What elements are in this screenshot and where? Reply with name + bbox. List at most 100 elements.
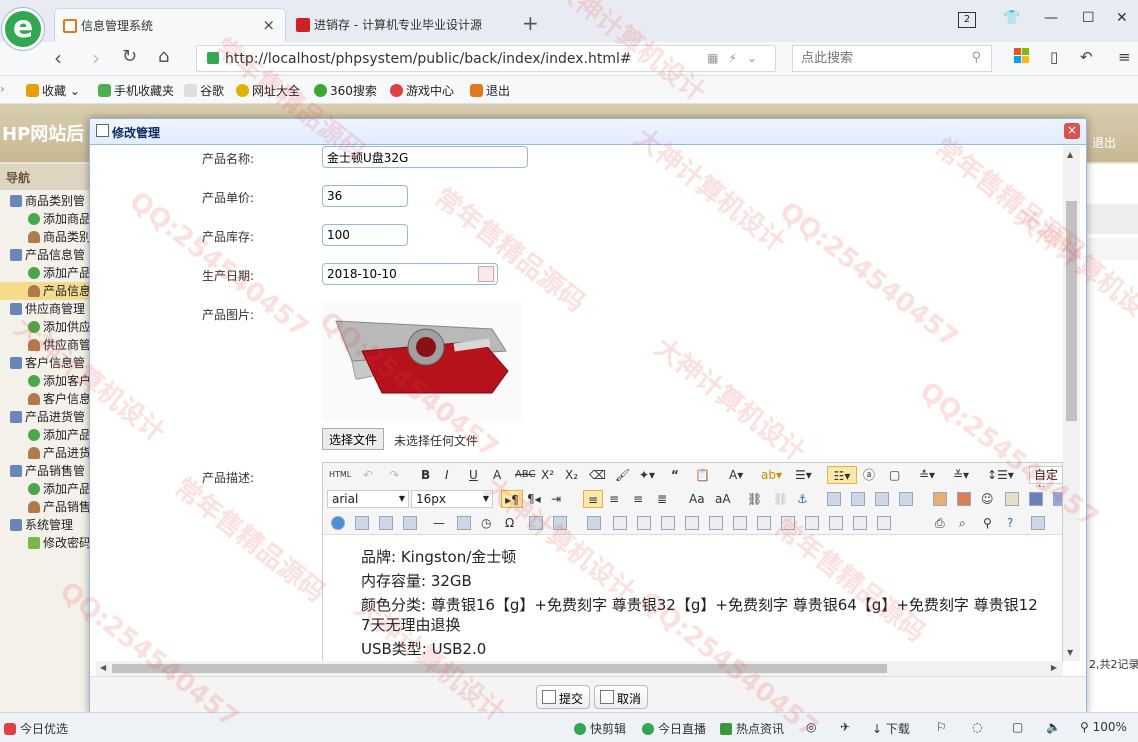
admin-logout-link[interactable]: 退出 [1092, 134, 1116, 151]
search-box[interactable]: ⚲ [792, 45, 992, 72]
link-icon[interactable]: ⛓ [747, 490, 762, 508]
bookmark-mobile[interactable]: 手机收藏夹 [98, 82, 174, 99]
scroll-down-icon[interactable]: ▼ [1067, 648, 1073, 657]
template-icon[interactable] [553, 516, 567, 530]
bookmark-site-nav[interactable]: 网址大全 [236, 82, 300, 99]
window-icon[interactable]: ▢ [1012, 720, 1023, 734]
new-tab-button[interactable]: + [522, 11, 539, 35]
split-cells-icon[interactable] [829, 516, 843, 530]
nav-item[interactable]: 供应商管 [0, 336, 91, 354]
subscript-icon[interactable]: X₂ [565, 466, 578, 484]
nav-group[interactable]: 供应商管理 [0, 300, 91, 318]
image-right-icon[interactable] [875, 492, 889, 506]
nav-group[interactable]: 客户信息管 [0, 354, 91, 372]
nav-group[interactable]: 产品销售管 [0, 462, 91, 480]
search-replace-icon[interactable]: ⚲ [983, 514, 992, 532]
align-center-icon[interactable]: ≡ [609, 490, 619, 508]
status-item-clip[interactable]: 快剪辑 [574, 720, 626, 737]
delete-table-icon[interactable] [613, 516, 627, 530]
today-picks[interactable]: 今日优选 [4, 720, 68, 737]
page-break-icon[interactable] [403, 516, 417, 530]
time-icon[interactable]: ◷ [481, 514, 491, 532]
forward-icon[interactable]: › [92, 46, 100, 70]
bookmark-google[interactable]: 谷歌 [184, 82, 224, 99]
nav-group[interactable]: 产品信息管 [0, 246, 91, 264]
merge-right-icon[interactable] [781, 516, 795, 530]
insert-frame-icon[interactable] [355, 516, 369, 530]
ltr-icon[interactable]: ▸¶ [501, 490, 523, 508]
nav-item[interactable]: 添加商品 [0, 210, 91, 228]
nav-item[interactable]: 修改密码 [0, 534, 91, 552]
volume-icon[interactable]: 🔈 [1046, 720, 1061, 734]
address-tools-icon[interactable]: ▦⚡⌄ [707, 51, 767, 65]
vertical-scrollbar[interactable]: ▲ ▼ [1063, 146, 1080, 661]
delete-col-icon[interactable] [733, 516, 747, 530]
paste-text-icon[interactable]: 📋 [695, 466, 710, 484]
font-color-icon[interactable]: A▾ [729, 466, 743, 484]
align-justify-icon[interactable]: ≣ [657, 490, 667, 508]
anchor-icon[interactable]: ⚓ [797, 490, 808, 508]
merge-cells-icon[interactable] [757, 516, 771, 530]
nav-item[interactable]: 添加客户 [0, 372, 91, 390]
nav-item[interactable]: 添加供应 [0, 318, 91, 336]
form-viewport[interactable]: 产品名称: 产品单价: 产品库存: 生产日期: 2018-10-10 产品图片:… [96, 146, 1080, 676]
eraser-icon[interactable]: ⌫ [589, 466, 606, 484]
align-left-icon[interactable]: ≡ [583, 490, 603, 508]
nav-item[interactable]: 产品进货 [0, 444, 91, 462]
to-lowercase-icon[interactable]: aA [715, 490, 731, 508]
scroll-up-icon[interactable]: ▲ [1067, 150, 1073, 159]
emotion-icon[interactable]: ☺ [981, 490, 994, 508]
address-url[interactable]: http://localhost/phpsystem/public/back/i… [225, 51, 632, 67]
font-family-select[interactable]: arial ▼ [327, 490, 409, 508]
bookmark-exit[interactable]: 退出 [470, 82, 510, 99]
flag-icon[interactable]: ⚐ [936, 720, 947, 734]
address-bar[interactable]: http://localhost/phpsystem/public/back/i… [196, 45, 776, 72]
modal-close-button[interactable]: × [1064, 123, 1080, 139]
drafts-icon[interactable] [1031, 516, 1045, 530]
custom-title-select[interactable]: 自定义 [1029, 466, 1062, 498]
date-icon[interactable] [457, 516, 471, 530]
blockquote-icon[interactable]: “ [671, 466, 679, 484]
superscript-icon[interactable]: X² [541, 466, 554, 484]
apps-icon[interactable] [1014, 48, 1030, 64]
align-right-icon[interactable]: ≡ [633, 490, 643, 508]
html-source-button[interactable]: HTML [329, 466, 351, 484]
unlink-icon[interactable]: ⛓ [773, 490, 788, 508]
bookmark-games[interactable]: 游戏中心 [390, 82, 454, 99]
select-all-icon[interactable]: ⓐ [863, 466, 875, 484]
insert-video-icon[interactable] [1029, 492, 1043, 506]
insert-code-icon[interactable] [379, 516, 393, 530]
redo-icon[interactable]: ↷ [389, 466, 399, 484]
insert-col-icon[interactable] [709, 516, 723, 530]
italic-icon[interactable]: I [445, 466, 449, 484]
split-rows-icon[interactable] [853, 516, 867, 530]
highlight-color-icon[interactable]: ab▾ [761, 466, 782, 484]
status-item-news[interactable]: 热点资讯 [720, 720, 784, 737]
insert-paragraph-icon[interactable] [637, 516, 651, 530]
status-item-download[interactable]: ↓ 下载 [872, 720, 910, 737]
tab-jxc[interactable]: 进销存 - 计算机专业毕业设计源 [288, 8, 514, 42]
nav-group[interactable]: 产品进货管 [0, 408, 91, 426]
bookmarks-toggle-icon[interactable]: › [0, 82, 5, 96]
image-left-icon[interactable] [851, 492, 865, 506]
nav-group[interactable]: 系统管理 [0, 516, 91, 534]
bold-icon[interactable]: B [421, 466, 430, 484]
nav-item[interactable]: 添加产品 [0, 480, 91, 498]
product-stock-field[interactable] [322, 224, 408, 246]
tab-close-icon[interactable]: × [262, 16, 275, 34]
maximize-button[interactable]: ☐ [1082, 10, 1095, 26]
shirt-icon[interactable]: 👕 [1003, 10, 1020, 26]
horizontal-rule-icon[interactable]: — [433, 514, 445, 532]
format-brush-icon[interactable]: 🖌 [615, 466, 630, 484]
scrawl-icon[interactable] [1005, 492, 1019, 506]
search-icon[interactable]: ⚲ [971, 50, 981, 65]
nav-item[interactable]: 客户信息 [0, 390, 91, 408]
wordimage-icon[interactable] [529, 516, 543, 530]
nav-item[interactable]: 产品信息 [0, 282, 91, 300]
unordered-list-icon[interactable]: ☷▾ [827, 466, 857, 484]
ordered-list-icon[interactable]: ☰▾ [795, 466, 812, 484]
home-icon[interactable]: ⌂ [158, 46, 169, 67]
insert-row-icon[interactable] [661, 516, 675, 530]
undo-icon[interactable]: ↶ [1080, 48, 1093, 66]
nav-item[interactable]: 添加产品 [0, 426, 91, 444]
